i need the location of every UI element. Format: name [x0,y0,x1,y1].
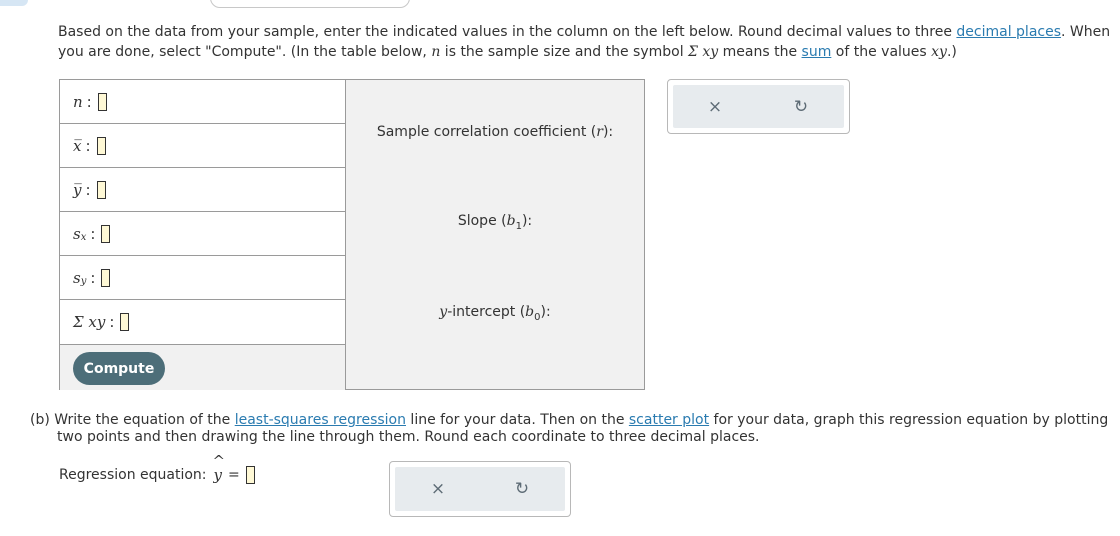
sum-link[interactable]: sum [802,44,832,60]
row-sy: sy: [60,256,346,300]
n-symbol: n [431,44,441,60]
part-b-text: Write the equation of the [54,412,235,428]
sx-label: s [73,224,81,243]
hat-icon: ^ [212,452,226,470]
colon: : [85,136,91,155]
instructions-text: of the values [831,44,932,60]
regression-equation-input[interactable] [245,466,255,484]
n-input[interactable] [97,92,107,111]
instructions-text: Based on the data from your sample, ente… [58,24,957,40]
xy-symbol: xy [931,44,947,60]
results-panel: Sample correlation coefficient (r): Slop… [345,79,645,390]
regression-equation-row: Regression equation: ^ y = [59,452,255,484]
ybar-label: y̅ [73,180,82,199]
table-action-inner: × ↻ [673,85,844,128]
xbar-input[interactable] [96,136,106,155]
b0-symbol: b [525,304,535,320]
ybar-input[interactable] [96,180,106,199]
equals-sign: = [228,467,240,483]
b1-symbol: b [506,213,516,229]
corr-text: Sample correlation coefficient ( [376,124,597,140]
least-squares-link[interactable]: least-squares regression [235,412,406,428]
clear-icon[interactable]: × [708,97,722,117]
clear-icon[interactable]: × [431,479,445,499]
row-xbar: x̅: [60,124,346,168]
row-ybar: y̅: [60,168,346,212]
correlation-label: Sample correlation coefficient (r): [346,124,644,140]
row-sum-xy: Σ xy: [60,300,346,345]
colon: : [90,224,96,243]
b0-subscript: 0 [534,312,541,323]
instructions-text: means the [718,44,802,60]
scatter-plot-link[interactable]: scatter plot [629,412,709,428]
undo-icon[interactable]: ↻ [515,479,529,499]
decimal-places-link[interactable]: decimal places [956,24,1061,40]
part-b-prefix: (b) [30,412,50,428]
intercept-label: y-intercept (b0): [346,304,644,323]
sx-input[interactable] [101,224,111,243]
y-hat: ^ y [213,452,226,484]
instructions: Based on the data from your sample, ente… [58,22,1114,62]
intercept-text: -intercept ( [447,304,526,320]
sum-xy-label: Σ xy [73,313,106,331]
part-b-instructions: (b) Write the equation of the least-squa… [30,412,1115,446]
colon: : [85,180,91,199]
part-b-text: for your data, graph this regression equ… [709,412,1109,428]
colon: : [86,92,92,111]
instructions-text: is the sample size and the symbol [440,44,689,60]
instructions-text: .) [946,44,957,60]
sy-subscript: y [80,276,87,287]
slope-label: Slope (b1): [346,213,644,232]
part-b-text: line for your data. Then on the [405,412,629,428]
sum-xy-input[interactable] [120,313,130,331]
part-b-text-line2: two points and then drawing the line thr… [57,429,760,445]
row-sx: sx: [60,212,346,256]
compute-area: Compute [60,345,346,390]
y-symbol: y [439,304,448,320]
colon: : [90,268,96,287]
slope-text: Slope ( [457,213,507,229]
compute-button[interactable]: Compute [73,352,165,385]
regression-label: Regression equation: [59,467,207,483]
sy-label: s [73,268,81,287]
row-n: n: [60,80,346,124]
sy-input[interactable] [101,268,111,287]
sx-subscript: x [80,232,87,243]
slope-end: ): [521,213,533,229]
top-tab-edge [210,0,410,8]
r-symbol: r [596,124,603,140]
b1-subscript: 1 [515,221,522,232]
xbar-label: x̅ [73,136,82,155]
regression-action-inner: × ↻ [395,467,565,511]
table-action-bar: × ↻ [667,79,850,134]
undo-icon[interactable]: ↻ [794,97,808,117]
colon: : [109,313,115,331]
n-label: n [73,92,83,111]
sigma-xy-symbol: Σ xy [688,44,719,60]
regression-action-bar: × ↻ [389,461,571,517]
intercept-end: ): [540,304,551,320]
corr-end: ): [602,124,614,140]
top-left-accent [0,0,28,6]
input-table: n: x̅: y̅: sx: sy: Σ xy: Compute [59,79,346,390]
